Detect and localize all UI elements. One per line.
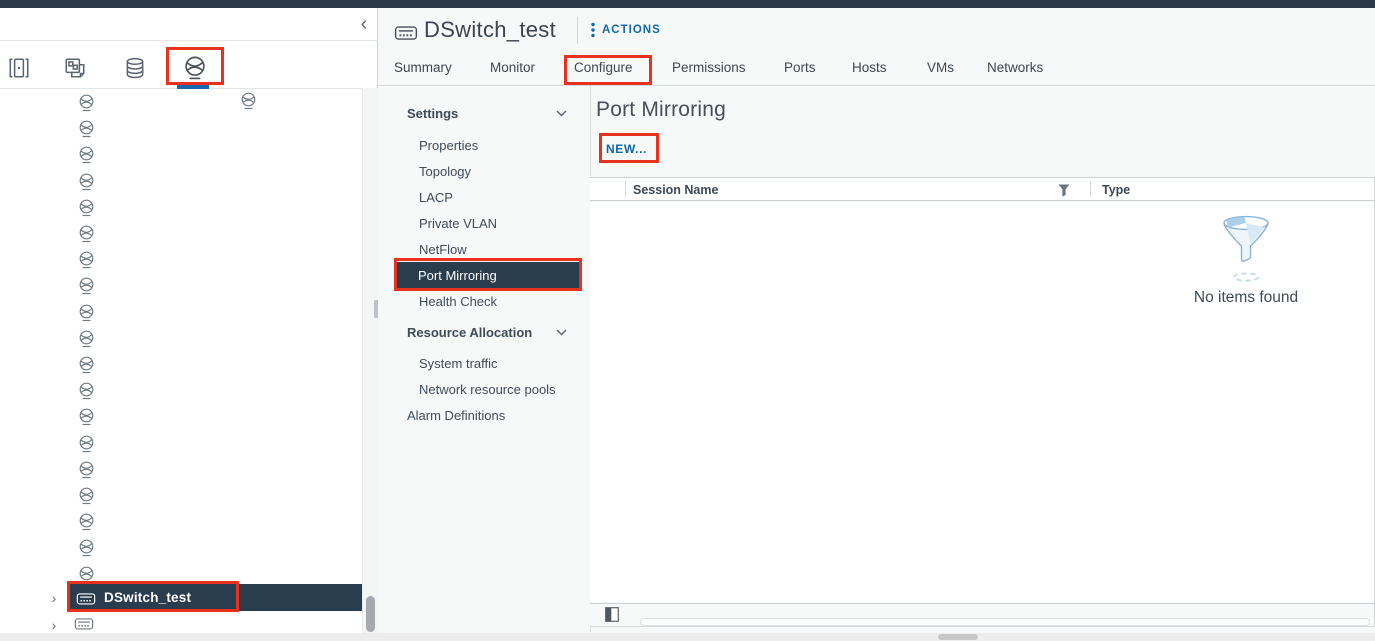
- tab-networks[interactable]: Networks: [987, 60, 1043, 85]
- nav-item-properties[interactable]: Properties: [419, 138, 478, 153]
- tab-ports[interactable]: Ports: [784, 60, 816, 85]
- network-tree-item-icon[interactable]: [78, 356, 95, 375]
- network-tree-item-icon[interactable]: [78, 487, 95, 506]
- network-tree-item-icon[interactable]: [78, 461, 95, 480]
- empty-state-text: No items found: [1146, 289, 1346, 307]
- tree-scrollbar-track[interactable]: [362, 88, 378, 633]
- nav-item-port-mirroring[interactable]: Port Mirroring: [418, 268, 497, 283]
- tab-monitor[interactable]: Monitor: [490, 60, 535, 85]
- tree-item-dswitch-test[interactable]: DSwitch_test: [70, 584, 378, 611]
- column-filter-icon[interactable]: [1058, 184, 1070, 197]
- tree-item-label: DSwitch_test: [104, 590, 191, 605]
- network-tree-item-icon[interactable]: [78, 199, 95, 218]
- inventory-tree: [0, 0, 378, 641]
- tab-hosts[interactable]: Hosts: [852, 60, 887, 85]
- header-divider: [577, 17, 578, 44]
- network-tree-item-icon[interactable]: [78, 408, 95, 427]
- expand-chevron[interactable]: ›: [48, 617, 60, 633]
- empty-funnel-illustration: [1222, 214, 1270, 266]
- network-tree-item-icon[interactable]: [78, 566, 95, 585]
- chevron-down-icon[interactable]: [556, 110, 567, 117]
- actions-button[interactable]: ACTIONS: [591, 22, 661, 38]
- tab-configure[interactable]: Configure: [574, 60, 633, 85]
- nav-item-netflow[interactable]: NetFlow: [419, 242, 467, 257]
- network-tree-item-icon-indented[interactable]: [240, 92, 257, 111]
- network-tree-item-icon[interactable]: [78, 120, 95, 139]
- network-tree-item-icon[interactable]: [78, 435, 95, 454]
- tab-permissions[interactable]: Permissions: [672, 60, 746, 85]
- network-tree-item-icon[interactable]: [78, 539, 95, 558]
- tab-summary[interactable]: Summary: [394, 60, 452, 85]
- dvswitch-icon: [76, 590, 96, 606]
- column-header-session-name[interactable]: Session Name: [633, 183, 718, 197]
- network-tree-item-icon[interactable]: [78, 304, 95, 323]
- network-tree-item-icon[interactable]: [78, 277, 95, 296]
- nav-item-system-traffic[interactable]: System traffic: [419, 356, 498, 371]
- column-header-type[interactable]: Type: [1102, 183, 1130, 197]
- actions-label: ACTIONS: [602, 24, 661, 36]
- vsphere-client-window: ‹: [0, 0, 1375, 641]
- nav-group-settings[interactable]: Settings: [407, 106, 458, 121]
- chevron-down-icon[interactable]: [556, 329, 567, 336]
- network-tree-item-icon[interactable]: [78, 146, 95, 165]
- column-divider: [625, 181, 626, 197]
- tree-scrollbar-thumb[interactable]: [366, 596, 375, 632]
- network-tree-item-icon[interactable]: [78, 251, 95, 270]
- nav-item-health-check[interactable]: Health Check: [419, 294, 497, 309]
- page-hscrollbar-track[interactable]: [0, 633, 1375, 641]
- column-divider: [1090, 181, 1091, 197]
- column-settings-icon[interactable]: [605, 607, 619, 622]
- network-tree-item-icon[interactable]: [78, 330, 95, 349]
- new-session-button[interactable]: NEW...: [606, 142, 647, 156]
- empty-funnel-drip-icon: [1232, 272, 1260, 282]
- expand-chevron[interactable]: ›: [48, 590, 60, 606]
- nav-item-private-vlan[interactable]: Private VLAN: [419, 216, 497, 231]
- network-tree-item-icon[interactable]: [78, 173, 95, 192]
- page-title: DSwitch_test: [424, 17, 556, 43]
- tab-vms[interactable]: VMs: [927, 60, 954, 85]
- dvswitch-icon: [394, 23, 418, 41]
- tabs-bottom-border: [378, 85, 1375, 86]
- section-title: Port Mirroring: [596, 98, 726, 122]
- nav-item-alarm-definitions[interactable]: Alarm Definitions: [407, 408, 505, 423]
- nav-item-topology[interactable]: Topology: [419, 164, 471, 179]
- grid-hscrollbar-track[interactable]: [640, 618, 1370, 626]
- nav-item-network-resource-pools[interactable]: Network resource pools: [419, 382, 556, 397]
- kebab-menu-icon: [591, 22, 595, 38]
- dvswitch-icon[interactable]: [74, 615, 94, 631]
- network-tree-item-icon[interactable]: [78, 382, 95, 401]
- nav-item-lacp[interactable]: LACP: [419, 190, 453, 205]
- network-tree-item-icon[interactable]: [78, 513, 95, 532]
- network-tree-item-icon[interactable]: [78, 94, 95, 113]
- page-hscrollbar-thumb[interactable]: [938, 634, 978, 640]
- nav-group-resource-allocation[interactable]: Resource Allocation: [407, 325, 532, 340]
- network-tree-item-icon[interactable]: [78, 225, 95, 244]
